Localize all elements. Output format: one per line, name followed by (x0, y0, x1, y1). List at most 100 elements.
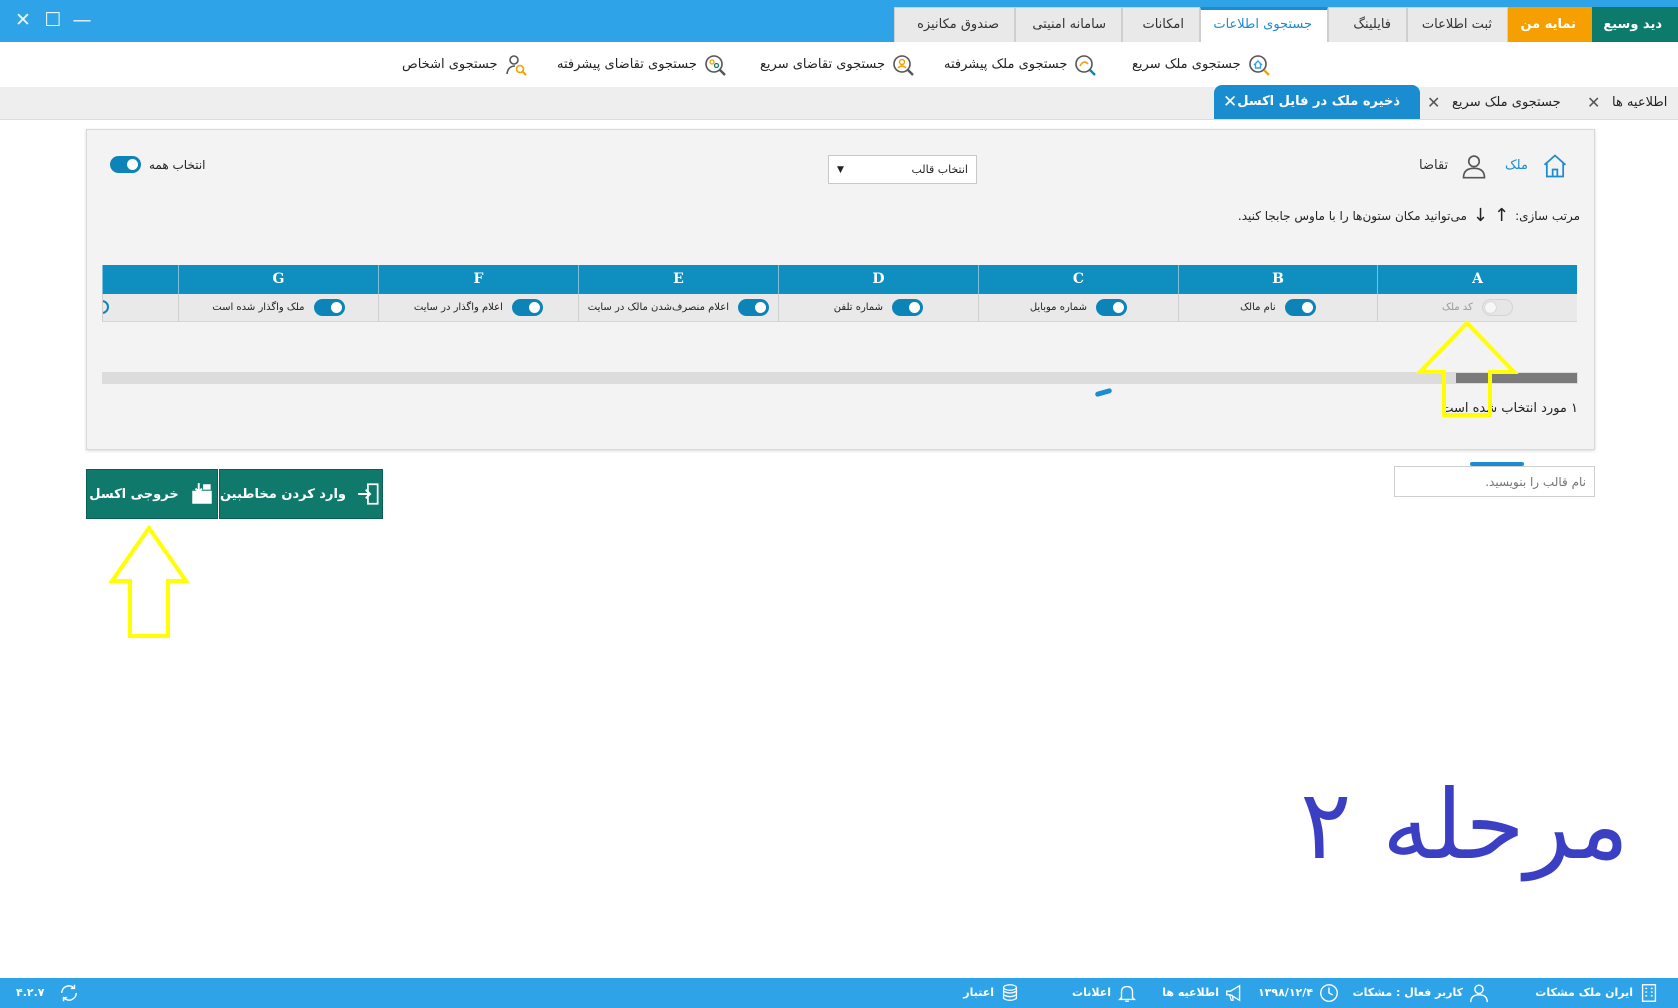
clock-icon (1320, 984, 1338, 1002)
advanced-person-search-icon (705, 55, 726, 76)
download-folder-icon (191, 483, 212, 504)
close-icon[interactable]: ✕ (1587, 87, 1600, 119)
select-all-label: انتخاب همه (149, 157, 206, 172)
annotation-arrow-up-icon (1415, 320, 1519, 417)
refresh-icon[interactable] (58, 978, 80, 1008)
people-search-label: جستجوی اشخاص (402, 57, 498, 72)
column-header-c[interactable]: C (978, 265, 1178, 294)
column-header-g[interactable]: G (178, 265, 378, 294)
column-label-f: اعلام واگذار در سایت (413, 302, 503, 313)
column-toggle-d[interactable] (892, 298, 924, 316)
column-header-a[interactable]: A (1377, 265, 1577, 294)
column-cell-d: شماره تلفن (778, 294, 978, 322)
status-version: ۴.۲.۷ (16, 986, 45, 999)
quick-property-search[interactable]: جستجوی ملک سریع (1132, 52, 1271, 78)
maximize-icon[interactable]: ☐ (40, 8, 66, 32)
column-cell-c: شماره موبایل (978, 294, 1178, 322)
arrow-up-icon[interactable]: ↑ (1494, 205, 1509, 226)
column-cell-f: اعلام واگذار در سایت (378, 294, 578, 322)
type-demand-label[interactable]: تقاضا (1419, 158, 1448, 173)
export-excel-button[interactable]: خروجی اکسل (86, 469, 218, 519)
template-select[interactable]: انتخاب قالب ▼ (828, 155, 977, 184)
column-cell-next (102, 294, 178, 322)
building-icon (1641, 984, 1657, 1002)
horizontal-scrollbar[interactable] (102, 372, 1578, 384)
user-icon (1470, 984, 1488, 1003)
close-icon[interactable]: ✕ (10, 8, 36, 32)
select-all-row: انتخاب همه (110, 156, 206, 173)
column-toggle-c[interactable] (1096, 298, 1128, 316)
type-property-label[interactable]: ملک (1505, 158, 1528, 173)
column-header-e[interactable]: E (578, 265, 778, 294)
close-icon[interactable]: ✕ (1223, 85, 1237, 119)
coins-icon (1002, 984, 1018, 1001)
status-company: ایران ملک مشکات (1535, 978, 1660, 1008)
quick-property-search-label: جستجوی ملک سریع (1132, 57, 1241, 72)
template-name-input[interactable] (1394, 466, 1595, 497)
column-header-next[interactable] (102, 265, 178, 294)
tab-mechanized-fund[interactable]: صندوق مکانیزه (894, 7, 1015, 42)
select-all-toggle[interactable] (110, 156, 141, 173)
import-contacts-label: وارد کردن مخاطبین (219, 486, 346, 502)
advanced-demand-search-label: جستجوی تقاضای پیشرفته (557, 57, 697, 72)
dropdown-arrow-icon: ▼ (837, 164, 844, 175)
advanced-search-icon (1075, 55, 1097, 76)
tab-security-system[interactable]: سامانه امنیتی (1015, 7, 1122, 42)
home-icon[interactable] (1541, 152, 1569, 184)
column-header-d[interactable]: D (778, 265, 978, 294)
status-date-label: ۱۳۹۸/۱۲/۴ (1257, 986, 1313, 999)
column-cell-b: نام مالک (1178, 294, 1377, 322)
status-company-label: ایران ملک مشکات (1535, 986, 1633, 999)
status-active-user-label: کاربر فعال : مشکات (1352, 986, 1463, 999)
advanced-demand-search[interactable]: جستجوی تقاضای پیشرفته (557, 52, 727, 78)
column-label-e: اعلام منصرف‌شدن مالک در سایت (587, 302, 730, 313)
minimize-icon[interactable]: — (69, 8, 95, 32)
column-label-g: ملک واگذار شده است (212, 302, 305, 313)
column-label-d: شماره تلفن (833, 302, 884, 313)
column-toggle-b[interactable] (1284, 298, 1316, 316)
tab-wide-view[interactable]: دید وسیع (1592, 7, 1678, 42)
tab-my-profile[interactable]: نمایه من (1508, 7, 1592, 42)
step-annotation: مرحله ۲ (1300, 769, 1630, 881)
quick-demand-search-label: جستجوی تقاضای سریع (760, 57, 886, 72)
user-icon[interactable] (1460, 152, 1488, 184)
people-search[interactable]: جستجوی اشخاص (402, 52, 528, 78)
status-active-user: کاربر فعال : مشکات (1353, 978, 1490, 1008)
quick-demand-search[interactable]: جستجوی تقاضای سریع (760, 52, 915, 78)
person-search-icon (893, 55, 914, 76)
import-contacts-button[interactable]: وارد کردن مخاطبین (219, 469, 383, 519)
column-toggle-g[interactable] (313, 298, 345, 316)
column-toggle-next[interactable] (103, 300, 109, 314)
arrow-down-icon[interactable]: ↓ (1473, 205, 1488, 226)
export-excel-label: خروجی اکسل (89, 486, 179, 502)
close-icon[interactable]: ✕ (1427, 87, 1440, 119)
doc-tab-quick-property-search[interactable]: جستجوی ملک سریع (1452, 87, 1561, 119)
column-toggle-a[interactable] (1482, 298, 1513, 316)
sort-hint: می‌توانید مکان ستون‌ها را با ماوس جابجا … (1237, 208, 1467, 223)
status-credit[interactable]: اعتبار (963, 978, 1021, 1008)
status-announcements[interactable]: اطلاعیه ها (1162, 978, 1246, 1008)
tab-info-search[interactable]: جستجوی اطلاعات (1200, 7, 1328, 42)
sort-label: مرتب سازی: (1515, 208, 1580, 223)
tab-features[interactable]: امکانات (1122, 7, 1200, 42)
advanced-property-search[interactable]: جستجوی ملک پیشرفته (944, 52, 1097, 78)
template-select-value: انتخاب قالب (911, 163, 968, 176)
login-door-icon (358, 483, 379, 505)
status-announcements-label: اطلاعیه ها (1162, 986, 1219, 999)
column-cell-g: ملک واگذار شده است (178, 294, 378, 322)
status-notifications-label: اعلانات (1072, 986, 1111, 999)
column-label-c: شماره موبایل (1029, 302, 1087, 313)
doc-tab-announcements[interactable]: اطلاعیه ها (1612, 87, 1667, 119)
column-toggle-f[interactable] (512, 298, 544, 316)
home-search-icon (1248, 55, 1270, 76)
tab-data-entry[interactable]: ثبت اطلاعات (1407, 7, 1508, 42)
column-label-b: نام مالک (1240, 302, 1276, 313)
column-header-f[interactable]: F (378, 265, 578, 294)
doc-tab-save-excel-label: ذخیره ملک در فایل اکسل (1237, 94, 1400, 109)
doc-tab-save-excel[interactable]: ذخیره ملک در فایل اکسل ✕ (1214, 85, 1420, 119)
tab-filing[interactable]: فایلینگ (1328, 7, 1407, 42)
annotation-arrow-up-icon (108, 524, 190, 638)
column-header-b[interactable]: B (1178, 265, 1377, 294)
status-notifications[interactable]: اعلانات (1072, 978, 1138, 1008)
column-toggle-e[interactable] (738, 298, 770, 316)
